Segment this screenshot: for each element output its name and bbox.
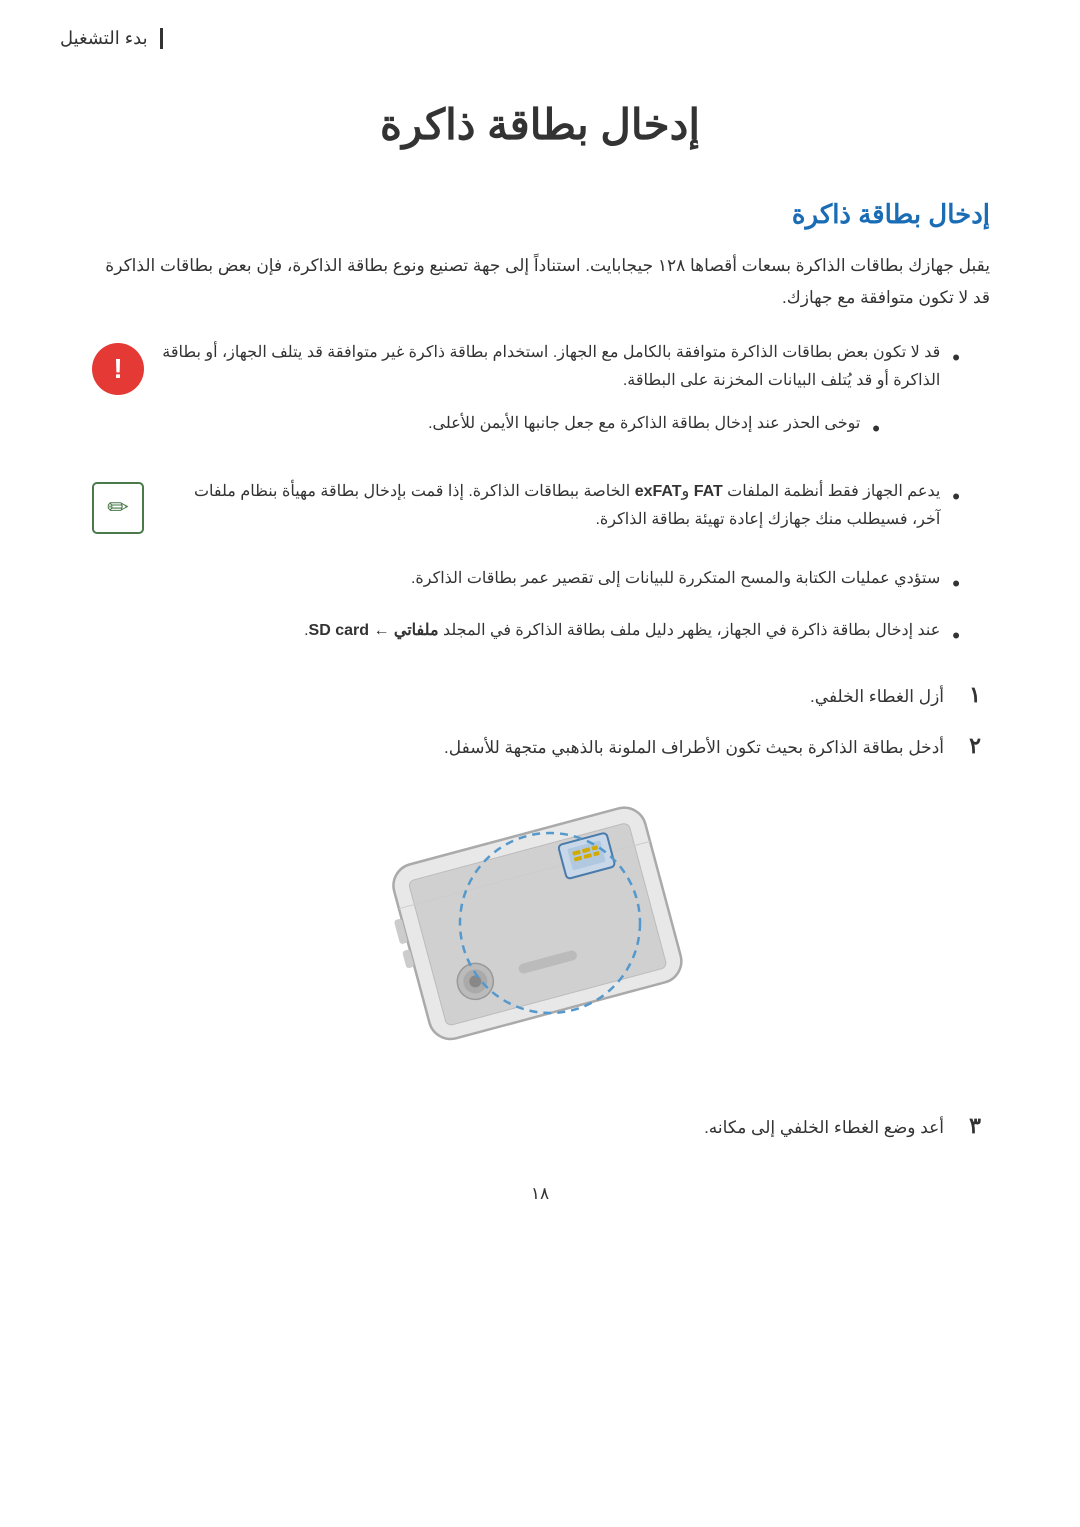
main-title: إدخال بطاقة ذاكرة [90,100,990,149]
note-pencil-icon: ✏ [107,492,129,523]
bullet3-dot: • [952,478,960,515]
step3-text: أعد وضع الغطاء الخلفي إلى مكانه. [704,1113,944,1144]
bullet5-bold: ملفاتي [394,622,439,639]
step2-number: ٢ [960,733,990,759]
bullet4-item: • ستؤدي عمليات الكتابة والمسح المتكررة ل… [90,565,990,602]
bullet1-dot: • [952,339,960,376]
warning-exclamation: ! [113,353,122,385]
step2-text: أدخل بطاقة الذاكرة بحيث تكون الأطراف الم… [444,733,944,764]
bullet4-dot: • [952,565,960,602]
bullet1-text: قد لا تكون بعض بطاقات الذاكرة متوافقة با… [162,339,940,397]
bullet3-exfat: exFAT [635,483,682,500]
phone-illustration [310,793,770,1073]
step1-number: ١ [960,682,990,708]
bullet3-text: يدعم الجهاز فقط أنظمة الملفات FAT وexFAT… [162,478,940,536]
step1-text: أزل الغطاء الخلفي. [810,682,944,713]
bullet3-fat: FAT [694,483,723,500]
illustration-area [90,793,990,1073]
bullet1-item: • قد لا تكون بعض بطاقات الذاكرة متوافقة … [162,339,990,397]
warning-icon: ! [92,343,144,395]
bullet1-text-area: • قد لا تكون بعض بطاقات الذاكرة متوافقة … [162,339,990,462]
bullet5-text: عند إدخال بطاقة ذاكرة في الجهاز، يظهر دل… [90,617,940,646]
bullet5-dot: • [952,617,960,654]
bullet5-item: • عند إدخال بطاقة ذاكرة في الجهاز، يظهر … [90,617,990,654]
bullet3-and: و [682,483,694,500]
bullet5-sdcard: SD card [309,622,374,639]
warning-icon-area: ! [90,339,146,395]
step1: ١ أزل الغطاء الخلفي. [90,682,990,713]
page-wrapper: بدء التشغيل إدخال بطاقة ذاكرة إدخال بطاق… [0,0,1080,1527]
bullet5-part1: عند إدخال بطاقة ذاكرة في الجهاز، يظهر دل… [439,622,941,639]
note-icon-area: ✏ [90,478,146,534]
bullet-warning-block: • قد لا تكون بعض بطاقات الذاكرة متوافقة … [90,339,990,462]
bullet3-part1: يدعم الجهاز فقط أنظمة الملفات [723,483,941,500]
step2: ٢ أدخل بطاقة الذاكرة بحيث تكون الأطراف ا… [90,733,990,764]
bullet3-item: • يدعم الجهاز فقط أنظمة الملفات FAT وexF… [162,478,990,536]
step3-number: ٣ [960,1113,990,1139]
top-label: بدء التشغيل [60,28,163,49]
bullet2-dot: • [872,410,880,447]
bullet4-text: ستؤدي عمليات الكتابة والمسح المتكررة للب… [90,565,940,594]
bullet5-arrow: ← [373,622,393,639]
page-number: ١٨ [90,1184,990,1234]
step3: ٣ أعد وضع الغطاء الخلفي إلى مكانه. [90,1113,990,1144]
section-title: إدخال بطاقة ذاكرة [90,199,990,230]
bullet-note-block: • يدعم الجهاز فقط أنظمة الملفات FAT وexF… [90,478,990,550]
bullet3-text-area: • يدعم الجهاز فقط أنظمة الملفات FAT وexF… [162,478,990,550]
note-icon: ✏ [92,482,144,534]
main-content: إدخال بطاقة ذاكرة إدخال بطاقة ذاكرة يقبل… [0,0,1080,1294]
bullet2-item: • توخى الحذر عند إدخال بطاقة الذاكرة مع … [162,410,910,447]
bullet2-text: توخى الحذر عند إدخال بطاقة الذاكرة مع جع… [162,410,860,439]
intro-paragraph: يقبل جهازك بطاقات الذاكرة بسعات أقصاها ١… [90,250,990,315]
